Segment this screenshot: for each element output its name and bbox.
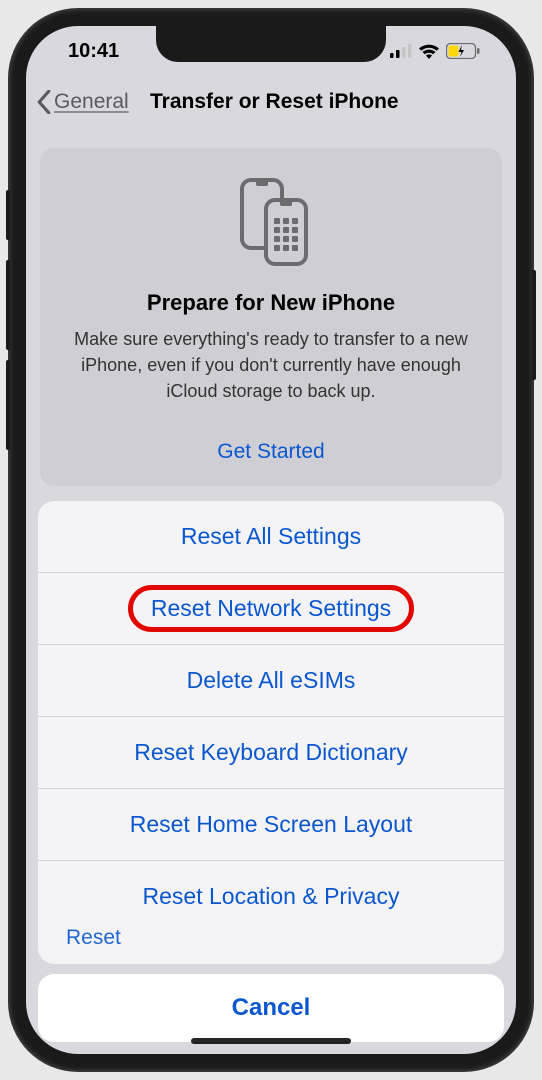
nav-bar: General Transfer or Reset iPhone [26,76,516,128]
card-title: Prepare for New iPhone [62,290,480,316]
page-title: Transfer or Reset iPhone [150,90,399,114]
notch [156,26,386,62]
device-frame: 10:41 General Transfer or Reset iPhone [10,10,532,1070]
cellular-icon [390,44,412,58]
delete-esims-option[interactable]: Delete All eSIMs [38,645,504,717]
status-icons [390,43,480,59]
reset-home-screen-layout-option[interactable]: Reset Home Screen Layout [38,789,504,861]
home-indicator[interactable] [191,1038,351,1044]
underlying-row-peek: Reset [48,926,494,956]
card-body: Make sure everything's ready to transfer… [62,326,480,404]
reset-network-settings-option[interactable]: Reset Network Settings [38,573,504,645]
action-sheet: Reset All Settings Reset Network Setting… [38,501,504,1042]
power-button [532,270,536,380]
status-time: 10:41 [68,40,119,63]
get-started-button[interactable]: Get Started [62,440,480,464]
back-label: General [54,90,129,114]
prepare-card: Prepare for New iPhone Make sure everyth… [40,148,502,486]
reset-all-settings-option[interactable]: Reset All Settings [38,501,504,573]
reset-keyboard-dictionary-option[interactable]: Reset Keyboard Dictionary [38,717,504,789]
screen: 10:41 General Transfer or Reset iPhone [26,26,516,1054]
chevron-left-icon [36,90,52,114]
transfer-icon [62,174,480,270]
battery-icon [446,43,480,59]
content-area: Prepare for New iPhone Make sure everyth… [26,128,516,486]
reset-options-list: Reset All Settings Reset Network Setting… [38,501,504,964]
cancel-button[interactable]: Cancel [38,974,504,1042]
back-button[interactable]: General [36,90,129,114]
wifi-icon [418,43,440,59]
reset-location-privacy-option[interactable]: Reset Location & Privacy Reset [38,861,504,964]
